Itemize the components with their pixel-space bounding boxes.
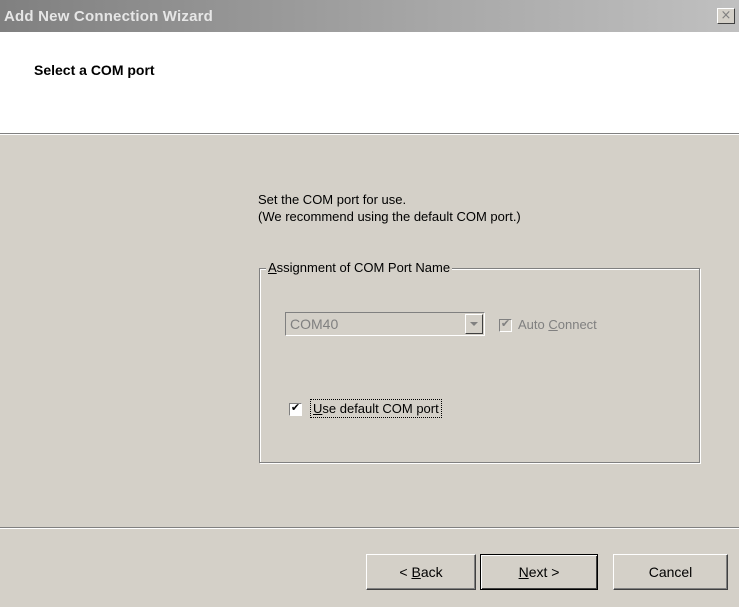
check-icon: ✔ <box>500 317 511 330</box>
com-port-select[interactable]: COM40 <box>285 312 485 336</box>
footer-divider <box>0 527 739 529</box>
instruction-line-1: Set the COM port for use. <box>258 192 407 207</box>
auto-connect-checkbox[interactable]: ✔ <box>499 317 512 332</box>
wizard-header: Select a COM port <box>0 32 739 133</box>
back-button[interactable]: < Back <box>366 554 476 590</box>
use-default-port-label[interactable]: Use default COM port <box>310 399 442 418</box>
close-icon: × <box>720 8 732 23</box>
groupbox-label: Assignment of COM Port Name <box>266 260 453 275</box>
chevron-down-icon[interactable] <box>465 314 483 334</box>
window-title: Add New Connection Wizard <box>4 8 214 25</box>
close-button[interactable]: × <box>717 8 735 24</box>
next-button[interactable]: Next > <box>480 554 598 590</box>
instructions: Set the COM port for use. (We recommend … <box>258 191 521 225</box>
header-divider <box>0 133 739 135</box>
cancel-button[interactable]: Cancel <box>613 554 728 590</box>
auto-connect-label[interactable]: Auto Connect <box>518 317 597 332</box>
use-default-port-checkbox[interactable]: ✔ <box>289 401 302 416</box>
instruction-line-2: (We recommend using the default COM port… <box>258 209 521 224</box>
page-title: Select a COM port <box>34 62 155 78</box>
com-port-groupbox <box>259 268 700 463</box>
wizard-window: Add New Connection Wizard × Select a COM… <box>0 0 739 607</box>
title-bar: Add New Connection Wizard × <box>0 0 739 32</box>
com-port-value: COM40 <box>290 316 339 332</box>
check-icon: ✔ <box>290 401 301 414</box>
